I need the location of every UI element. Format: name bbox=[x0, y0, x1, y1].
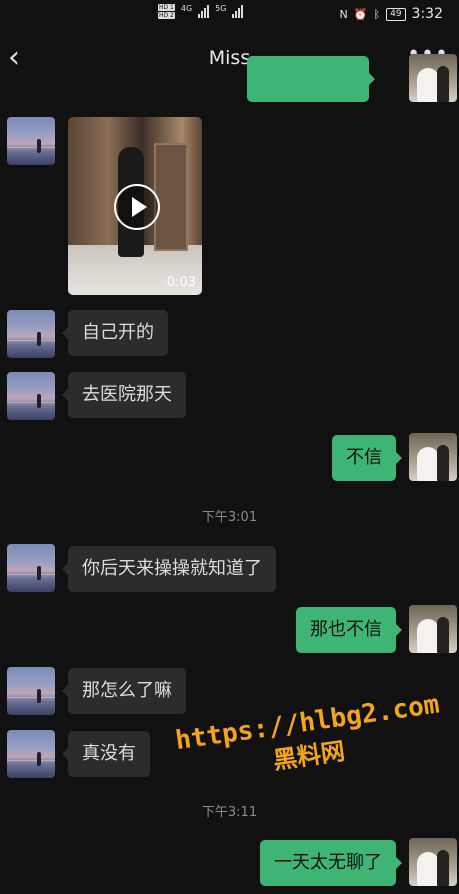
contact-avatar[interactable] bbox=[7, 730, 55, 778]
contact-avatar[interactable] bbox=[7, 372, 55, 420]
contact-avatar[interactable] bbox=[7, 667, 55, 715]
chat-header: ‹ Miss ••• bbox=[0, 38, 459, 82]
clock: 3:32 bbox=[411, 6, 443, 22]
timestamp: 下午3:01 bbox=[201, 510, 258, 525]
outgoing-message[interactable]: 一天太无聊了 bbox=[260, 840, 402, 886]
contact-avatar[interactable] bbox=[7, 310, 55, 358]
hd1-badge: HD 1 bbox=[158, 4, 175, 11]
net2-label: 5G bbox=[215, 4, 227, 13]
net1-label: 4G bbox=[180, 4, 193, 13]
incoming-message[interactable]: 真没有 bbox=[62, 731, 150, 777]
incoming-message[interactable]: 你后天来操操就知道了 bbox=[62, 546, 276, 592]
video-duration: 0:03 bbox=[166, 275, 196, 290]
play-icon[interactable] bbox=[114, 184, 160, 230]
contact-avatar[interactable] bbox=[7, 544, 55, 592]
signal-icon-2 bbox=[232, 4, 244, 18]
incoming-message[interactable]: 去医院那天 bbox=[62, 372, 186, 418]
status-bar: HD 1 HD 2 4G 5G N ⏰ ᛒ 49 3:32 bbox=[0, 0, 459, 30]
nfc-icon: N bbox=[339, 7, 348, 21]
outgoing-message[interactable]: 不信 bbox=[332, 435, 402, 481]
hd2-badge: HD 2 bbox=[158, 12, 175, 19]
my-avatar[interactable] bbox=[409, 605, 457, 653]
network-indicators: HD 1 HD 2 4G 5G bbox=[158, 4, 244, 19]
incoming-message[interactable]: 自己开的 bbox=[62, 310, 168, 356]
alarm-icon: ⏰ bbox=[353, 7, 368, 21]
my-avatar[interactable] bbox=[409, 838, 457, 886]
battery-icon: 49 bbox=[386, 7, 406, 21]
contact-avatar[interactable] bbox=[7, 117, 55, 165]
timestamp: 下午3:11 bbox=[201, 805, 258, 820]
watermark: https://hlbg2.com 黑料网 bbox=[173, 688, 442, 809]
outgoing-message[interactable]: 那也不信 bbox=[296, 607, 402, 653]
bluetooth-icon: ᛒ bbox=[373, 7, 381, 21]
my-avatar[interactable] bbox=[409, 433, 457, 481]
clipped-outgoing-bubble[interactable] bbox=[247, 56, 375, 102]
signal-icon bbox=[198, 4, 210, 18]
my-avatar[interactable] bbox=[409, 54, 457, 102]
chat-title: Miss bbox=[208, 47, 251, 69]
incoming-message[interactable]: 那怎么了嘛 bbox=[62, 668, 186, 714]
video-message[interactable]: 0:03 bbox=[68, 117, 202, 295]
